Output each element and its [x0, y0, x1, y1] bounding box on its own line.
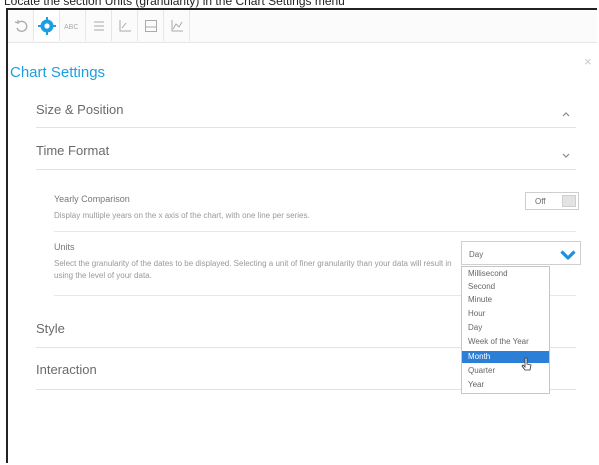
- mouse-cursor-icon: [521, 357, 533, 378]
- axes-icon[interactable]: [112, 10, 138, 41]
- toolbar: ABC: [8, 10, 597, 43]
- section-label: Size & Position: [36, 102, 124, 117]
- gear-icon[interactable]: [34, 10, 60, 41]
- option-hour[interactable]: Hour: [462, 308, 549, 320]
- option-second[interactable]: Second: [462, 281, 549, 293]
- panel-title: Chart Settings: [10, 64, 106, 81]
- option-quarter[interactable]: Quarter: [462, 365, 549, 377]
- section-size-position[interactable]: Size & Position: [36, 90, 576, 128]
- image-icon[interactable]: [138, 10, 164, 41]
- chevron-down-icon: [560, 248, 576, 266]
- yearly-comparison-desc: Display multiple years on the x axis of …: [54, 211, 310, 220]
- section-label: Interaction: [36, 362, 97, 377]
- option-millisecond[interactable]: Millisecond: [462, 268, 549, 280]
- instruction-caption: Locate the section Units (granularity) i…: [4, 0, 345, 8]
- section-time-format[interactable]: Time Format: [36, 130, 576, 170]
- units-desc: Select the granularity of the dates to b…: [54, 259, 452, 280]
- chart-icon[interactable]: [164, 10, 190, 41]
- option-day[interactable]: Day: [462, 322, 549, 334]
- list-icon[interactable]: [86, 10, 112, 41]
- chart-settings-window: ABC Chart Settings ×: [6, 8, 597, 463]
- text-icon[interactable]: ABC: [60, 10, 86, 41]
- units-dropdown: Millisecond Second Minute Hour Day Week …: [461, 266, 550, 394]
- yearly-comparison-title: Yearly Comparison: [54, 194, 130, 204]
- section-label: Style: [36, 321, 65, 336]
- yearly-comparison-row: Yearly Comparison Display multiple years…: [54, 194, 576, 232]
- section-label: Time Format: [36, 143, 110, 158]
- toggle-knob: [562, 195, 576, 207]
- option-month[interactable]: Month: [462, 351, 549, 363]
- svg-text:ABC: ABC: [64, 24, 78, 31]
- undo-icon[interactable]: [8, 10, 34, 41]
- toggle-label: Off: [535, 197, 546, 206]
- option-year[interactable]: Year: [462, 379, 549, 391]
- yearly-comparison-toggle[interactable]: Off: [525, 192, 579, 210]
- units-select-value: Day: [469, 250, 484, 259]
- chevron-down-icon: [562, 146, 570, 164]
- units-title: Units: [54, 242, 75, 252]
- option-week-of-year[interactable]: Week of the Year: [462, 336, 549, 348]
- chevron-up-icon: [562, 104, 570, 122]
- close-icon[interactable]: ×: [584, 54, 592, 69]
- units-select[interactable]: Day: [461, 241, 581, 265]
- option-minute[interactable]: Minute: [462, 294, 549, 306]
